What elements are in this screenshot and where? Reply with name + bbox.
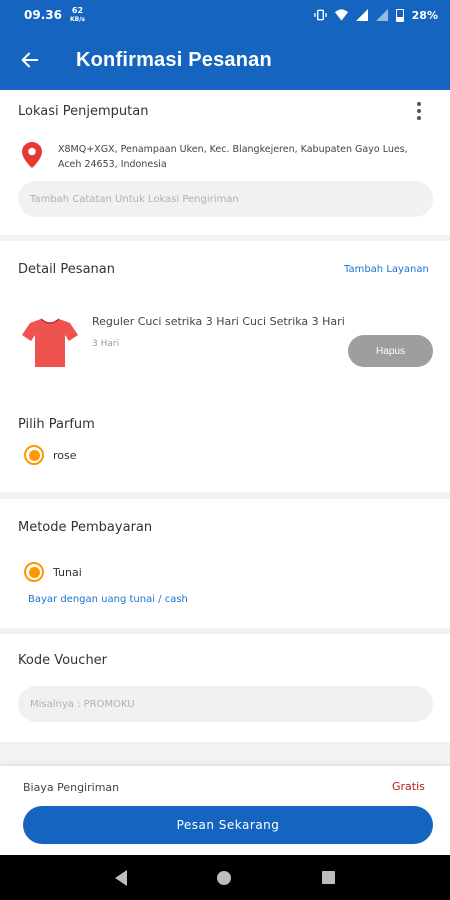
net-speed: 62 KB/s bbox=[69, 5, 85, 24]
signal-icon bbox=[355, 9, 368, 21]
shipping-value: Gratis bbox=[392, 780, 425, 793]
payment-title: Metode Pembayaran bbox=[18, 520, 153, 535]
payment-radio[interactable] bbox=[24, 562, 44, 582]
vibrate-icon bbox=[313, 9, 327, 21]
voucher-section: Kode Voucher Misalnya : PROMOKU bbox=[0, 634, 450, 742]
nav-back-icon[interactable] bbox=[115, 869, 128, 886]
payment-note: Bayar dengan uang tunai / cash bbox=[28, 594, 188, 605]
nav-home-icon[interactable] bbox=[217, 870, 232, 885]
add-service-link[interactable]: Tambah Layanan bbox=[344, 264, 429, 275]
status-time: 09.36 bbox=[24, 8, 62, 22]
payment-section: Metode Pembayaran Tunai Bayar dengan uan… bbox=[0, 499, 450, 628]
page-title: Konfirmasi Pesanan bbox=[76, 48, 272, 71]
shipping-label: Biaya Pengiriman bbox=[23, 781, 120, 794]
perfume-option-label: rose bbox=[53, 449, 77, 462]
voucher-input[interactable]: Misalnya : PROMOKU bbox=[18, 686, 433, 722]
order-title: Detail Pesanan bbox=[18, 262, 115, 277]
status-bar: 09.36 62 KB/s 28% bbox=[0, 0, 450, 30]
payment-option-label: Tunai bbox=[53, 566, 82, 579]
location-pin-icon bbox=[22, 142, 42, 168]
arrow-left-icon[interactable] bbox=[0, 30, 60, 90]
pickup-address: X8MQ+XGX, Penampaan Uken, Kec. Blangkeje… bbox=[58, 144, 408, 170]
more-vert-icon[interactable] bbox=[412, 100, 426, 122]
pickup-section: Lokasi Penjemputan X8MQ+XGX, Penampaan U… bbox=[0, 90, 450, 235]
net-speed-value: 62 bbox=[71, 5, 84, 15]
pickup-title: Lokasi Penjemputan bbox=[18, 104, 149, 119]
nav-recent-apps-icon[interactable] bbox=[321, 871, 335, 884]
net-speed-unit: KB/s bbox=[69, 15, 85, 23]
app-bar: Konfirmasi Pesanan bbox=[0, 30, 450, 90]
order-now-button[interactable]: Pesan Sekarang bbox=[23, 806, 433, 844]
perfume-title: Pilih Parfum bbox=[18, 417, 95, 432]
tshirt-icon bbox=[22, 318, 78, 367]
order-item-name: Reguler Cuci setrika 3 Hari Cuci Setrika… bbox=[92, 315, 345, 328]
pickup-note-input[interactable]: Tambah Catatan Untuk Lokasi Pengiriman bbox=[18, 181, 433, 217]
system-nav-bar bbox=[0, 855, 450, 900]
voucher-title: Kode Voucher bbox=[18, 653, 108, 668]
perfume-radio[interactable] bbox=[24, 445, 44, 465]
order-section: Detail Pesanan Tambah Layanan Reguler Cu… bbox=[0, 241, 450, 492]
battery-percent: 28% bbox=[411, 8, 438, 22]
wifi-icon bbox=[334, 9, 348, 21]
order-item-duration: 3 Hari bbox=[92, 339, 120, 349]
battery-icon bbox=[395, 8, 404, 22]
remove-button[interactable]: Hapus bbox=[348, 335, 433, 367]
signal-secondary-icon bbox=[375, 9, 388, 21]
